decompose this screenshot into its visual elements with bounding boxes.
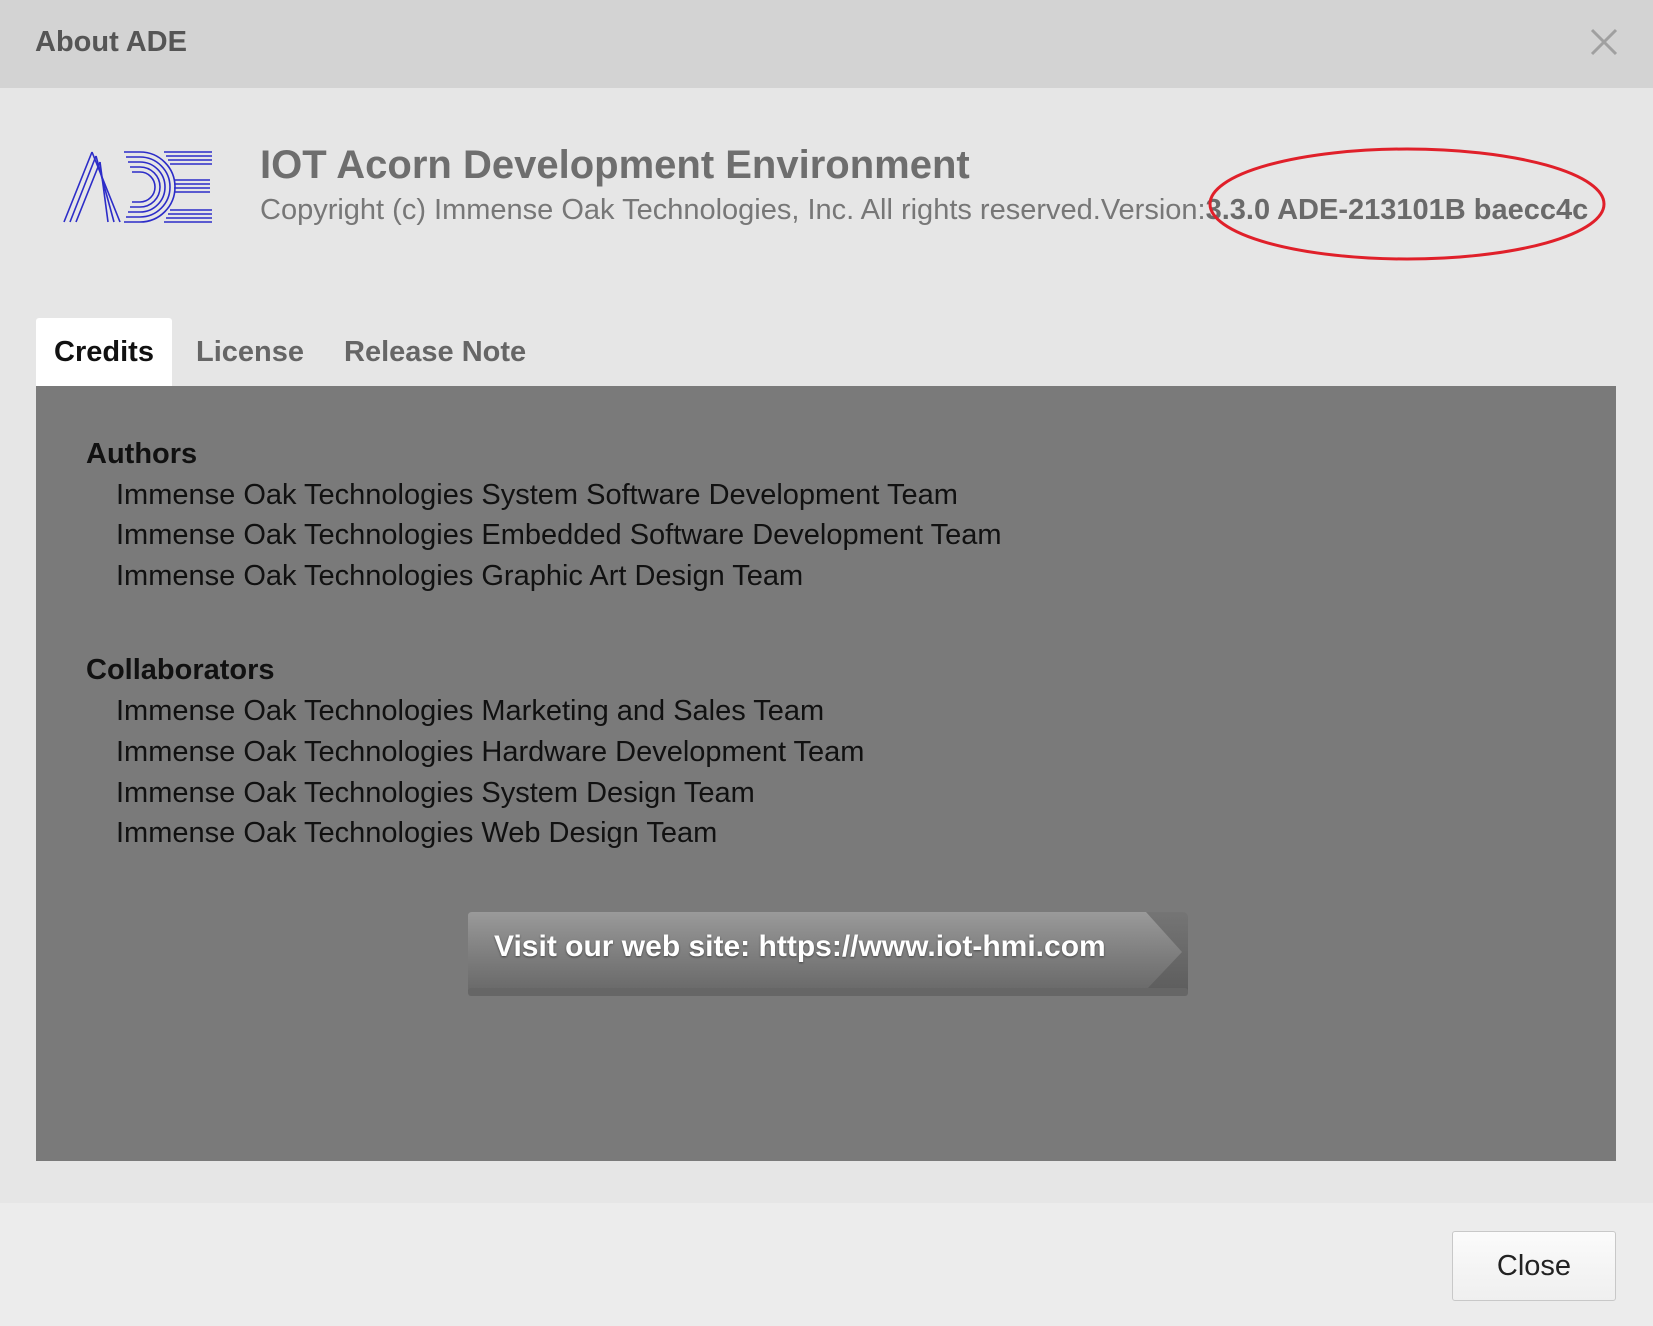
credits-panel: Authors Immense Oak Technologies System … (36, 386, 1616, 1161)
collaborator-item: Immense Oak Technologies Web Design Team (116, 817, 718, 849)
collaborators-heading: Collaborators (86, 654, 275, 686)
close-icon[interactable] (1584, 22, 1624, 62)
app-name: IOT Acorn Development Environment (260, 143, 970, 187)
collaborator-item: Immense Oak Technologies Marketing and S… (116, 695, 825, 727)
visit-website-label: Visit our web site: https://www.iot-hmi.… (494, 930, 1106, 963)
close-button[interactable]: Close (1452, 1231, 1616, 1301)
author-item: Immense Oak Technologies System Software… (116, 479, 958, 511)
collaborator-item: Immense Oak Technologies System Design T… (116, 777, 755, 809)
copyright-text: Copyright (c) Immense Oak Technologies, … (260, 194, 1206, 226)
tab-license[interactable]: License (196, 318, 304, 386)
authors-heading: Authors (86, 438, 198, 470)
dialog-titlebar: About ADE (0, 0, 1653, 88)
visit-website-button[interactable]: Visit our web site: https://www.iot-hmi.… (466, 910, 1222, 998)
ade-logo-icon (62, 148, 214, 226)
collaborator-item: Immense Oak Technologies Hardware Develo… (116, 736, 865, 768)
tab-credits[interactable]: Credits (36, 318, 172, 386)
dialog-title: About ADE (35, 26, 187, 58)
author-item: Immense Oak Technologies Graphic Art Des… (116, 560, 804, 592)
about-dialog: About ADE IOT Acorn Development Environm… (0, 0, 1653, 1326)
tab-release-note[interactable]: Release Note (344, 318, 526, 386)
version-value: 3.3.0 ADE-213101B baecc4c (1205, 194, 1589, 226)
dialog-footer: Close (0, 1203, 1653, 1326)
copyright-line: Copyright (c) Immense Oak Technologies, … (260, 194, 1588, 227)
author-item: Immense Oak Technologies Embedded Softwa… (116, 519, 1002, 551)
